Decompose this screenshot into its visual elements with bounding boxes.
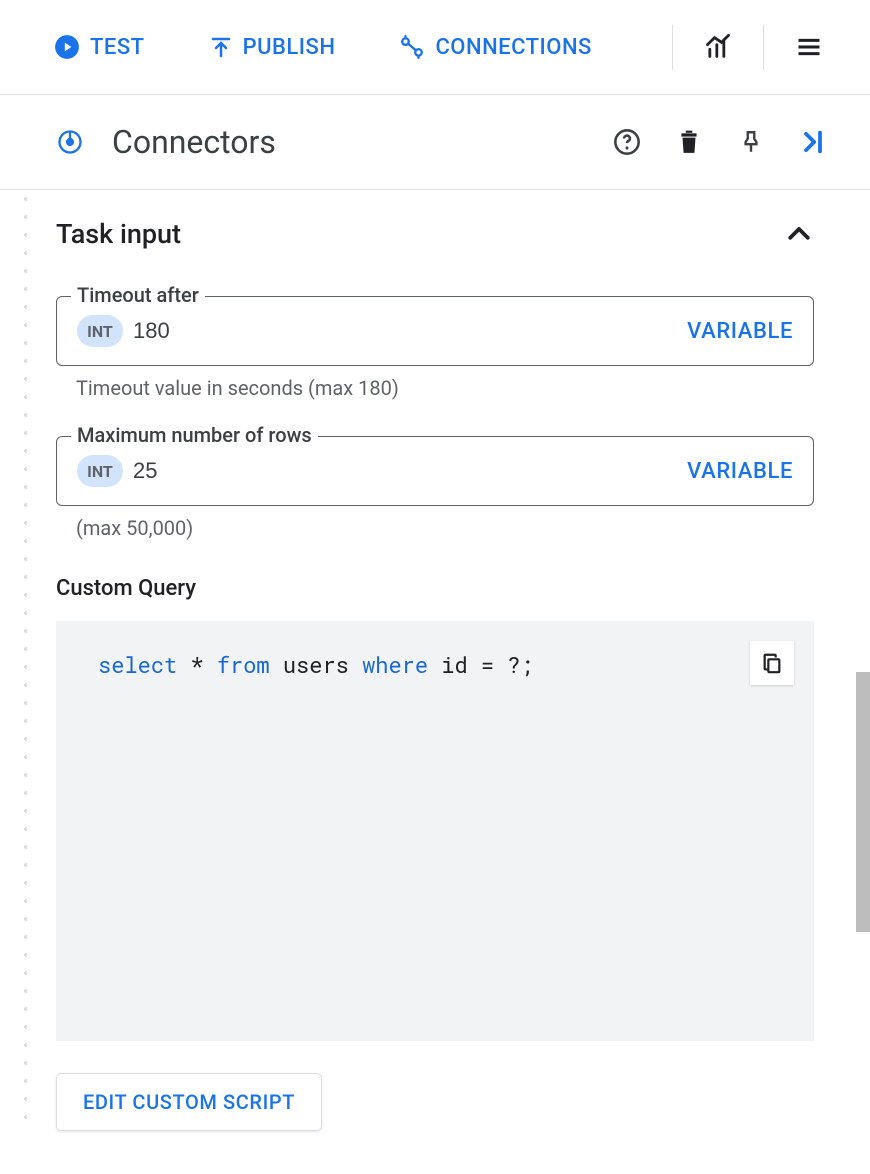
sql-keyword: select xyxy=(98,650,177,679)
section-title: Connectors xyxy=(112,123,582,161)
copy-icon xyxy=(761,652,783,674)
sql-keyword: from xyxy=(217,650,270,679)
bar-chart-icon xyxy=(704,33,732,61)
scrollbar-thumb[interactable] xyxy=(856,672,870,932)
task-input-title: Task input xyxy=(56,218,181,250)
chevron-up-icon xyxy=(784,219,814,249)
max-rows-label: Maximum number of rows xyxy=(71,423,318,447)
custom-query-label: Custom Query xyxy=(56,576,814,601)
max-rows-input[interactable] xyxy=(133,458,677,484)
help-circle-icon xyxy=(613,128,641,156)
task-input-panel: Task input Timeout after INT VARIABLE Ti… xyxy=(0,190,870,1131)
max-rows-field[interactable]: Maximum number of rows INT VARIABLE xyxy=(56,436,814,506)
delete-button[interactable] xyxy=(672,125,706,159)
sql-text: users xyxy=(270,650,362,679)
copy-code-button[interactable] xyxy=(750,641,794,685)
pin-button[interactable] xyxy=(734,125,768,159)
publish-label: PUBLISH xyxy=(243,35,336,60)
edit-custom-script-button[interactable]: EDIT CUSTOM SCRIPT xyxy=(56,1073,322,1131)
help-button[interactable] xyxy=(610,125,644,159)
custom-query-code: select * from users where id = ?; xyxy=(56,621,814,1041)
timeout-input[interactable] xyxy=(133,318,677,344)
sql-text: * xyxy=(177,650,217,679)
menu-icon xyxy=(795,33,823,61)
connections-button[interactable]: CONNECTIONS xyxy=(385,26,605,68)
int-type-chip: INT xyxy=(77,315,123,347)
play-circle-icon xyxy=(54,34,80,60)
publish-icon xyxy=(209,35,233,59)
chevron-to-end-icon xyxy=(799,128,827,156)
menu-button[interactable] xyxy=(788,26,830,68)
toolbar-separator xyxy=(672,25,673,70)
edit-custom-script-label: EDIT CUSTOM SCRIPT xyxy=(83,1090,295,1114)
test-label: TEST xyxy=(90,35,145,60)
sql-keyword: where xyxy=(362,650,428,679)
timeout-label: Timeout after xyxy=(71,283,205,307)
max-rows-help-text: (max 50,000) xyxy=(76,516,814,540)
publish-button[interactable]: PUBLISH xyxy=(195,27,350,68)
max-rows-variable-button[interactable]: VARIABLE xyxy=(687,459,793,484)
connections-icon xyxy=(399,34,425,60)
trash-icon xyxy=(676,128,702,156)
connections-label: CONNECTIONS xyxy=(435,35,591,60)
collapse-panel-button[interactable] xyxy=(796,125,830,159)
timeout-help-text: Timeout value in seconds (max 180) xyxy=(76,376,814,400)
int-type-chip: INT xyxy=(77,455,123,487)
sql-text: id = ?; xyxy=(428,650,534,679)
timeout-field[interactable]: Timeout after INT VARIABLE xyxy=(56,296,814,366)
pin-icon xyxy=(738,129,764,155)
task-input-header[interactable]: Task input xyxy=(56,218,814,250)
test-button[interactable]: TEST xyxy=(40,26,159,68)
section-header: Connectors xyxy=(0,95,870,190)
analytics-button[interactable] xyxy=(697,26,739,68)
top-toolbar: TEST PUBLISH CONNECTIONS xyxy=(0,0,870,95)
toolbar-separator xyxy=(763,25,764,70)
timeout-variable-button[interactable]: VARIABLE xyxy=(687,319,793,344)
connector-node-icon xyxy=(56,128,84,156)
